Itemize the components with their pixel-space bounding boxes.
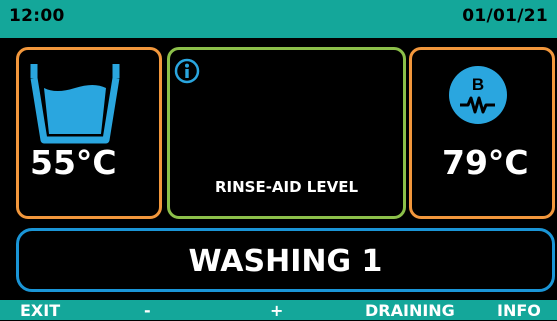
exit-button[interactable]: EXIT xyxy=(20,300,60,320)
minus-button[interactable]: - xyxy=(144,300,151,320)
top-status-bar: 12:00 01/01/21 xyxy=(0,0,557,38)
tank-temperature: 55°C xyxy=(30,143,117,182)
boiler-temperature: 79°C xyxy=(442,143,529,182)
info-button[interactable]: INFO xyxy=(497,300,541,320)
plus-button[interactable]: + xyxy=(270,300,283,320)
clock-time: 12:00 xyxy=(9,6,65,26)
heater-icon: B xyxy=(449,66,507,124)
rinse-aid-label: RINSE-AID LEVEL xyxy=(214,178,359,196)
cycle-status-text: WASHING 1 xyxy=(188,244,383,279)
current-date: 01/01/21 xyxy=(462,6,548,26)
boiler-badge: B xyxy=(472,75,484,94)
info-icon[interactable] xyxy=(174,58,200,84)
tank-icon xyxy=(30,64,120,144)
draining-button[interactable]: DRAINING xyxy=(365,300,455,320)
